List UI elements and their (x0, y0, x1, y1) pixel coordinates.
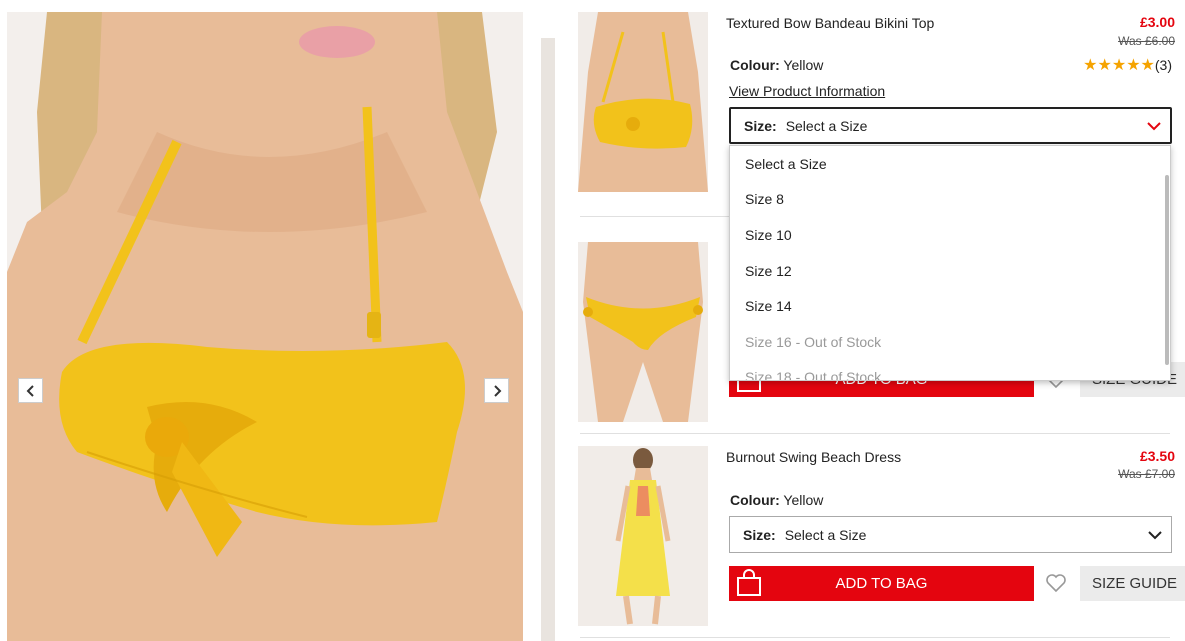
view-product-information-link[interactable]: View Product Information (729, 83, 885, 99)
size-option-out-of-stock[interactable]: Size 16 - Out of Stock (730, 324, 1170, 360)
size-value: Select a Size (784, 526, 867, 543)
size-select[interactable]: Size: Select a Size (729, 107, 1172, 144)
product-colour: Colour: Yellow (730, 492, 823, 508)
gallery-next-button[interactable] (484, 378, 509, 403)
product-divider (580, 637, 1170, 638)
product-photo-main (7, 12, 523, 641)
size-guide-button[interactable]: SIZE GUIDE (1080, 566, 1185, 601)
chevron-down-icon (1148, 530, 1162, 539)
product-was-price: Was £7.00 (1118, 467, 1175, 481)
size-option[interactable]: Select a Size (730, 146, 1170, 182)
product-price: £3.50 (1139, 448, 1175, 464)
size-option[interactable]: Size 14 (730, 288, 1170, 324)
dropdown-scrollbar[interactable] (1165, 175, 1169, 365)
size-dropdown-list[interactable]: Select a Size Size 8 Size 10 Size 12 Siz… (729, 145, 1171, 381)
add-to-bag-button[interactable]: ADD TO BAG (729, 566, 1034, 601)
add-to-bag-label: ADD TO BAG (835, 575, 928, 592)
colour-label: Colour: (730, 492, 780, 508)
product-rating[interactable]: ★★★★★ (3) (1083, 55, 1172, 75)
product-image-gallery (7, 12, 523, 641)
size-select[interactable]: Size: Select a Size (729, 516, 1172, 553)
product-thumbnail-image (578, 242, 708, 422)
colour-value: Yellow (783, 57, 824, 73)
product-thumbnail-bikini-top[interactable] (578, 12, 708, 192)
product-title[interactable]: Textured Bow Bandeau Bikini Top (726, 15, 934, 31)
colour-label: Colour: (730, 57, 780, 73)
chevron-down-icon (1147, 121, 1161, 130)
product-price: £3.00 (1139, 14, 1175, 30)
heart-icon[interactable] (1045, 572, 1067, 594)
gallery-prev-button[interactable] (18, 378, 43, 403)
size-option[interactable]: Size 8 (730, 182, 1170, 218)
product-thumbnail-beach-dress[interactable] (578, 446, 708, 626)
product-colour: Colour: Yellow (730, 57, 823, 73)
shopping-bag-icon (737, 569, 761, 596)
product-thumbnail-image (578, 446, 708, 626)
product-was-price: Was £6.00 (1118, 34, 1175, 48)
size-label: Size: (743, 526, 776, 543)
gallery-next-image-peek (541, 38, 555, 641)
size-label: Size: (744, 117, 777, 134)
rating-count: (3) (1154, 57, 1172, 73)
product-thumbnail-bikini-bottom[interactable] (578, 242, 708, 422)
chevron-left-icon (26, 384, 34, 397)
star-rating-icon: ★★★★★ (1083, 57, 1155, 74)
product-title[interactable]: Burnout Swing Beach Dress (726, 449, 901, 465)
size-option[interactable]: Size 12 (730, 253, 1170, 289)
size-option[interactable]: Size 10 (730, 217, 1170, 253)
product-divider (580, 216, 730, 217)
product-divider (580, 433, 1170, 434)
product-thumbnail-image (578, 12, 708, 192)
size-value: Select a Size (785, 117, 868, 134)
colour-value: Yellow (783, 492, 824, 508)
chevron-right-icon (493, 384, 501, 397)
size-option-out-of-stock[interactable]: Size 18 - Out of Stock (730, 360, 1170, 380)
